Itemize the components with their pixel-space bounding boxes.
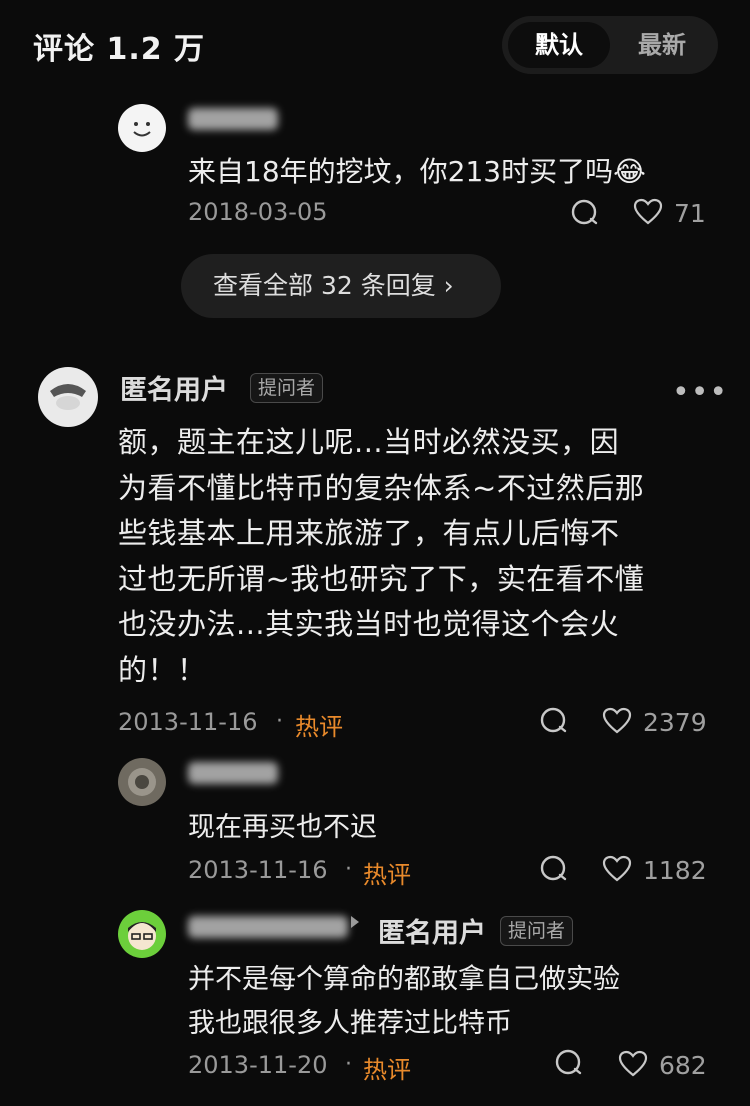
comment-date: 2013-11-16	[118, 708, 258, 736]
asker-badge: 提问者	[500, 916, 574, 946]
separator: ·	[345, 1052, 352, 1077]
reply-line: 并不是每个算命的都敢拿自己做实验	[188, 964, 620, 995]
comments-title: 评论 1.2 万	[33, 32, 206, 67]
avatar[interactable]	[118, 104, 166, 152]
comment-line: 也没办法...其实我当时也觉得这个会火	[118, 607, 620, 641]
reply-to-author[interactable]: 匿名用户	[378, 911, 486, 950]
reply-date: 2013-11-20	[188, 1051, 328, 1079]
blurred-username	[188, 108, 278, 130]
hot-badge: 热评	[295, 713, 343, 741]
photo-avatar-icon	[128, 768, 156, 796]
like-count: 1182	[643, 856, 707, 885]
comment-line: 为看不懂比特币的复杂体系~不过然后那	[118, 470, 645, 505]
comment-line: 额，题主在这儿呢...当时必然没买，因	[118, 425, 620, 459]
reply-date: 2018-03-05	[188, 198, 328, 226]
reply-body: 并不是每个算命的都敢拿自己做实验 我也跟很多人推荐过比特币	[188, 958, 620, 1046]
separator: ·	[276, 709, 283, 734]
reply-date: 2013-11-16	[188, 856, 328, 884]
blurred-username	[188, 762, 278, 784]
tab-latest[interactable]: 最新	[612, 22, 712, 68]
avatar[interactable]	[118, 758, 166, 806]
reply-text: 来自18年的挖坟，你213时买了吗😂	[188, 155, 646, 188]
tab-default[interactable]: 默认	[508, 22, 610, 68]
cartoon-avatar-icon	[128, 922, 156, 950]
reply-line: 我也跟很多人推荐过比特币	[188, 1008, 512, 1039]
anonymous-avatar-icon	[50, 384, 86, 410]
heart-icon[interactable]	[602, 707, 632, 735]
heart-icon[interactable]	[618, 1050, 648, 1078]
blurred-username	[188, 916, 348, 938]
like-count: 2379	[643, 708, 707, 737]
more-icon[interactable]: •••	[672, 375, 728, 410]
comment-icon[interactable]	[570, 198, 600, 228]
asker-badge: 提问者	[250, 373, 324, 403]
comment-body: 额，题主在这儿呢...当时必然没买，因 为看不懂比特币的复杂体系~不过然后那 些…	[118, 420, 728, 693]
like-count: 71	[674, 199, 706, 228]
comment-author[interactable]: 匿名用户	[120, 368, 228, 407]
avatar[interactable]	[38, 367, 98, 427]
comment-icon[interactable]	[539, 706, 569, 736]
comment-line: 的！！	[118, 652, 207, 687]
like-count: 682	[659, 1051, 707, 1080]
comment-icon[interactable]	[539, 854, 569, 884]
comment-line: 过也无所谓~我也研究了下，实在看不懂	[118, 561, 645, 596]
hot-badge: 热评	[363, 1056, 411, 1084]
hot-badge: 热评	[363, 861, 411, 889]
view-all-replies-button[interactable]: 查看全部 32 条回复 ›	[181, 254, 501, 318]
heart-icon[interactable]	[633, 198, 663, 226]
smiley-avatar-icon	[133, 122, 151, 137]
reply-arrow-icon	[351, 916, 359, 928]
comment-line: 些钱基本上用来旅游了，有点儿后悔不	[118, 516, 620, 550]
comment-icon[interactable]	[554, 1048, 584, 1078]
reply-text: 现在再买也不迟	[188, 812, 377, 843]
avatar[interactable]	[118, 910, 166, 958]
heart-icon[interactable]	[602, 855, 632, 883]
separator: ·	[345, 857, 352, 882]
